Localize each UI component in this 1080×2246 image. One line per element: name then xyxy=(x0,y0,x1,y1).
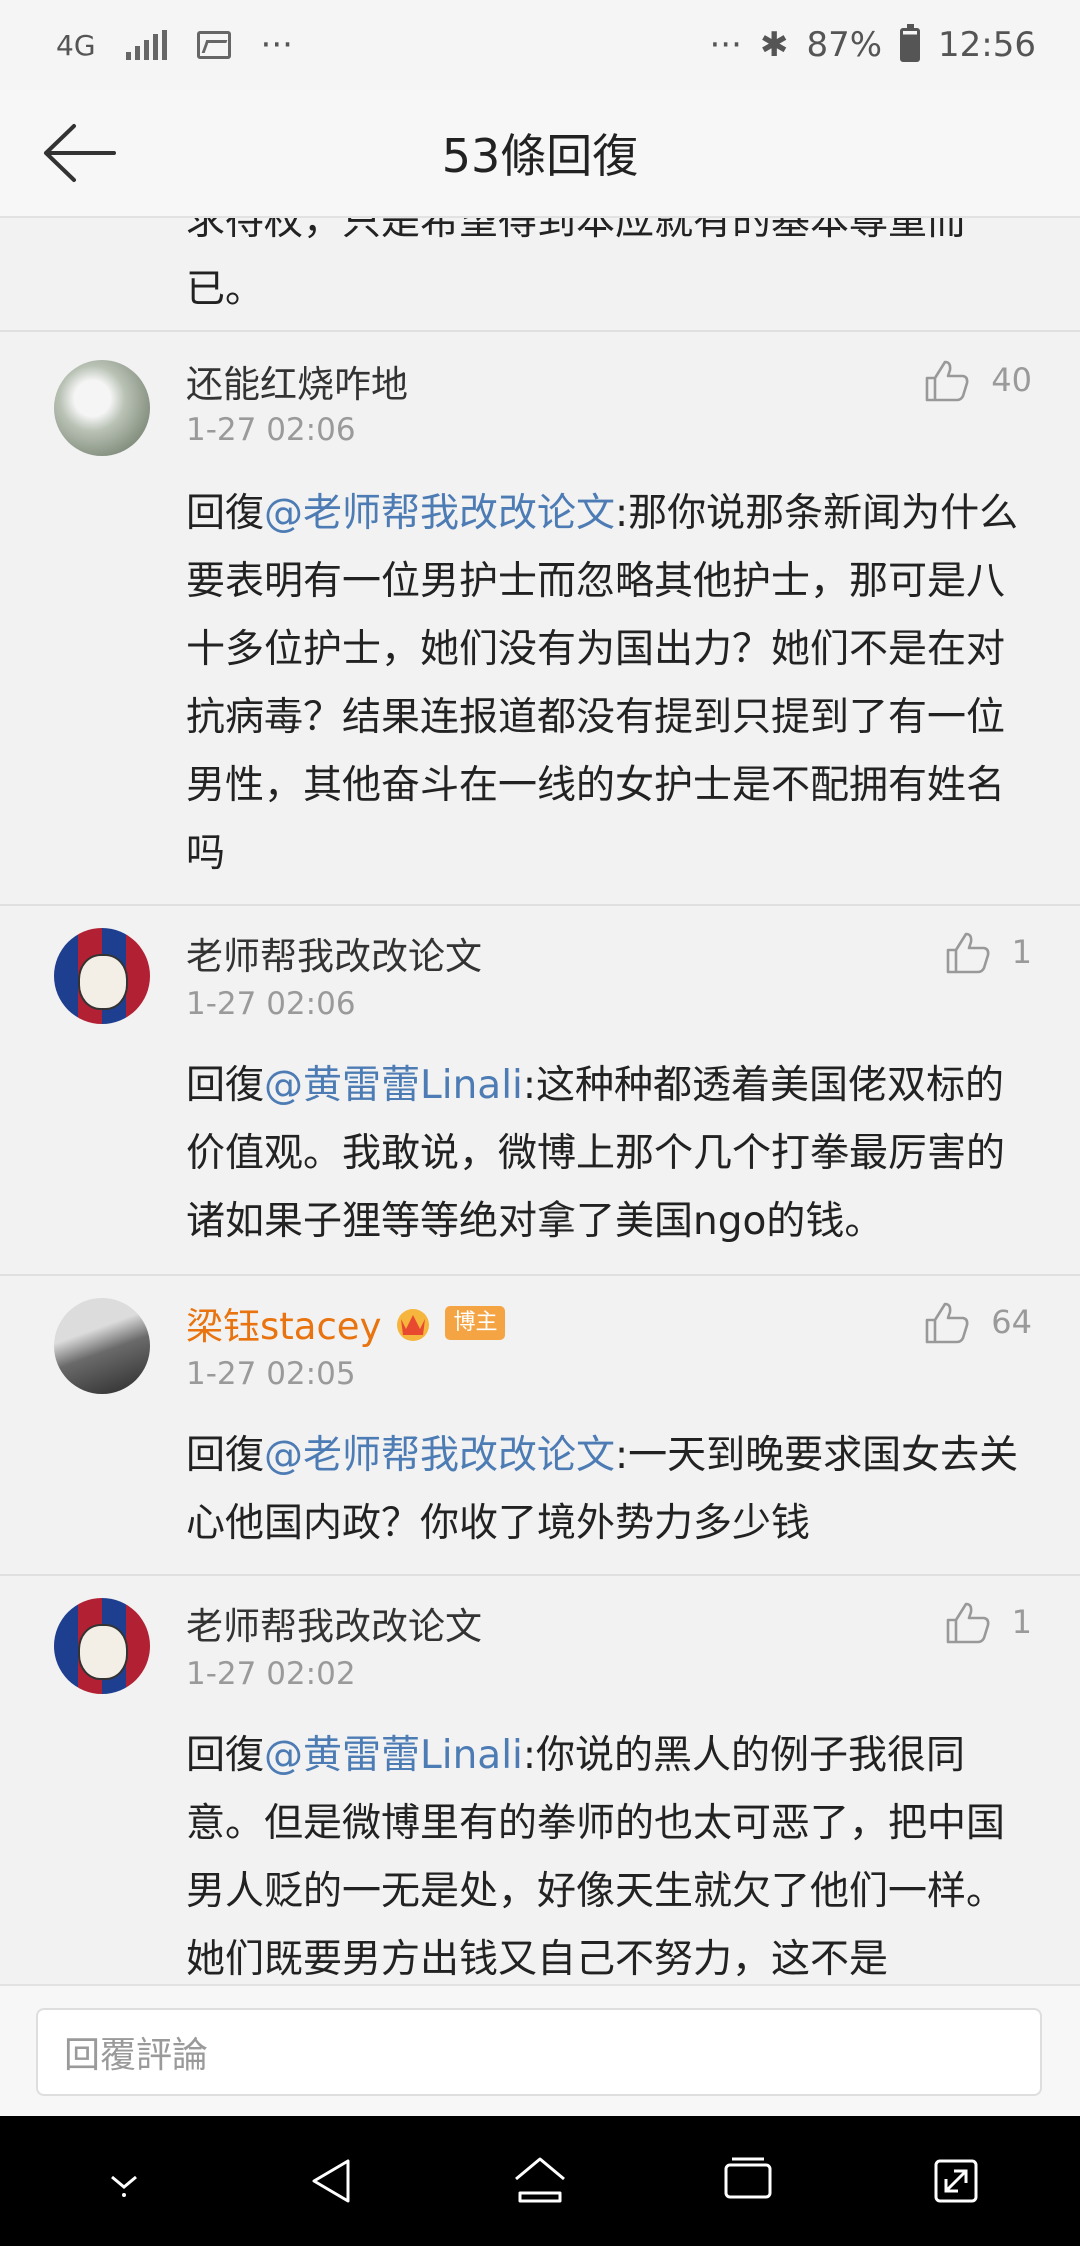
mention-link[interactable]: @黄雷蕾Linali xyxy=(264,1063,523,1108)
image-notification-icon xyxy=(196,31,231,59)
thumbs-up-icon xyxy=(946,932,990,974)
comment-time: 1-27 02:06 xyxy=(186,986,356,1022)
like-count: 1 xyxy=(1011,933,1032,971)
like-button[interactable]: 1 xyxy=(944,1600,1032,1644)
reply-input[interactable]: 回覆評論 xyxy=(36,2008,1042,2096)
comment-time: 1-27 02:06 xyxy=(186,412,356,448)
like-count: 64 xyxy=(991,1303,1032,1341)
nav-fullscreen-icon[interactable] xyxy=(924,2149,988,2213)
comment-text: 回復@老师帮我改改论文:那你说那条新闻为什么要表明有一位男护士而忽略其他护士，那… xyxy=(186,491,1019,876)
comment-item: 老师帮我改改论文 1 1-27 02:06 回復@黄雷蕾Linali:这种种都透… xyxy=(0,904,1080,1274)
crown-icon xyxy=(397,1309,430,1341)
comment-username[interactable]: 还能红烧咋地 xyxy=(186,354,408,408)
comment-username[interactable]: 老师帮我改改论文 xyxy=(186,926,482,980)
more-notifications: ··· xyxy=(260,25,293,65)
comment-text: 回復@老师帮我改改论文:一天到晚要求国女去关心他国内政？你收了境外势力多少钱 xyxy=(186,1433,1019,1546)
blogger-badge: 博主 xyxy=(445,1306,506,1340)
avatar[interactable] xyxy=(54,1598,150,1694)
nav-recents-icon[interactable] xyxy=(716,2149,780,2213)
thumbs-up-icon xyxy=(925,1302,969,1344)
signal-icon xyxy=(125,30,167,60)
comment-username[interactable]: 老师帮我改改论文 xyxy=(186,1596,482,1650)
comment-time: 1-27 02:05 xyxy=(186,1356,356,1392)
partial-comment-text: 求待权，只是希望得到本应就有的基本尊重而已。 xyxy=(186,218,967,312)
comment-item: 梁钰stacey 博主 64 1-27 02:05 回復@老师帮我改改论文:一天… xyxy=(0,1274,1080,1574)
like-button[interactable]: 64 xyxy=(923,1300,1032,1344)
nav-home-icon[interactable] xyxy=(508,2149,572,2213)
comment-item: 还能红烧咋地 40 1-27 02:06 回復@老师帮我改改论文:那你说那条新闻… xyxy=(0,330,1080,904)
battery-percent: 87% xyxy=(806,25,883,65)
thumbs-up-icon xyxy=(946,1602,990,1644)
app-header: 53條回復 xyxy=(0,90,1080,218)
reply-composer: 回覆評論 xyxy=(0,1984,1080,2116)
like-count: 1 xyxy=(1011,1603,1032,1641)
thumbs-up-icon xyxy=(925,360,969,402)
comment-item: 老师帮我改改论文 1 1-27 02:02 回復@黄雷蕾Linali:你说的黑人… xyxy=(0,1574,1080,1984)
mention-link[interactable]: @黄雷蕾Linali xyxy=(264,1733,523,1778)
mention-link[interactable]: @老师帮我改改论文 xyxy=(264,1433,615,1478)
clock: 12:56 xyxy=(938,25,1036,65)
comment-time: 1-27 02:02 xyxy=(186,1656,356,1692)
battery-icon xyxy=(900,24,921,62)
avatar[interactable] xyxy=(54,928,150,1024)
system-nav-bar xyxy=(0,2116,1080,2246)
like-count: 40 xyxy=(991,361,1032,399)
comment-username[interactable]: 梁钰stacey 博主 xyxy=(186,1296,506,1350)
status-bar: 4G ··· ··· ✱ 87% 12:56 xyxy=(0,0,1080,90)
nav-back-icon[interactable] xyxy=(300,2149,364,2213)
back-arrow-icon[interactable] xyxy=(40,118,120,188)
mention-link[interactable]: @老师帮我改改论文 xyxy=(264,491,615,536)
comment-list[interactable]: 求待权，只是希望得到本应就有的基本尊重而已。 还能红烧咋地 40 1-27 02… xyxy=(0,218,1080,1984)
page-title: 53條回復 xyxy=(441,129,639,183)
comment-text: 回復@黄雷蕾Linali:这种种都透着美国佬双标的价值观。我敢说，微博上那个几个… xyxy=(186,1063,1006,1244)
more-status: ··· xyxy=(709,25,742,65)
comment-text: 回復@黄雷蕾Linali:你说的黑人的例子我很同意。但是微博里有的拳师的也太可恶… xyxy=(186,1733,1006,1982)
bluetooth-icon: ✱ xyxy=(759,25,789,65)
like-button[interactable]: 1 xyxy=(944,930,1032,974)
avatar[interactable] xyxy=(54,1298,150,1394)
avatar[interactable] xyxy=(54,360,150,456)
nav-down-icon[interactable] xyxy=(92,2149,156,2213)
network-type: 4G xyxy=(56,28,96,62)
like-button[interactable]: 40 xyxy=(923,358,1032,402)
